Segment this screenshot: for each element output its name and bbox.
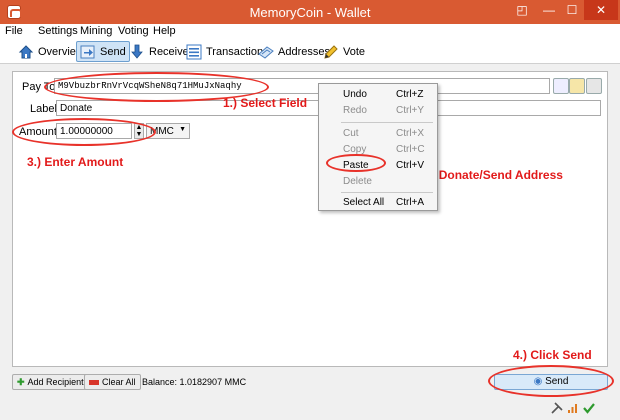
ctx-select-all-label: Select All — [343, 197, 385, 208]
maximize-button[interactable]: ☐ — [561, 0, 583, 20]
ctx-copy-shortcut: Ctrl+C — [396, 144, 425, 155]
home-icon — [18, 44, 34, 58]
step4-annotation: 4.) Click Send — [513, 348, 592, 362]
ctx-undo-shortcut: Ctrl+Z — [396, 89, 424, 100]
ctx-delete-label: Delete — [343, 176, 372, 187]
clear-all-button[interactable]: Clear All — [84, 374, 141, 390]
step1-annotation: 1.) Select Field — [223, 96, 308, 110]
tab-send-label: Send — [100, 45, 126, 58]
menu-mining[interactable]: Mining — [80, 25, 112, 37]
connection-signal-icon — [568, 404, 577, 413]
balance-text: Balance: 1.0182907 MMC — [142, 377, 247, 387]
title-bar: MemoryCoin - Wallet ◰ — ☐ ✕ — [0, 0, 620, 24]
ctx-select-all[interactable]: Select All Ctrl+A — [319, 195, 437, 211]
add-recipient-button[interactable]: ✚ Add Recipient — [12, 374, 89, 390]
tab-send[interactable]: Send — [76, 41, 130, 62]
context-menu: Undo Ctrl+Z Redo Ctrl+Y Cut Ctrl+X Copy Ctrl… — [318, 83, 438, 211]
minimize-button[interactable]: — — [538, 0, 560, 20]
ctx-select-all-shortcut: Ctrl+A — [396, 197, 425, 208]
menu-bar: File Settings Mining Voting Help — [0, 24, 620, 39]
ctx-delete[interactable]: Delete — [319, 174, 437, 190]
tab-receive[interactable]: Receive — [126, 41, 192, 62]
step2-highlight — [326, 154, 386, 172]
ctx-redo-shortcut: Ctrl+Y — [396, 105, 425, 116]
receive-arrow-icon — [131, 44, 143, 59]
menu-settings[interactable]: Settings — [38, 25, 78, 37]
tab-vote-label: Vote — [343, 45, 366, 58]
tab-vote[interactable]: Vote — [320, 41, 368, 62]
chevron-down-icon: ▼ — [179, 126, 186, 133]
ctx-separator — [341, 122, 433, 123]
ctx-cut-shortcut: Ctrl+X — [396, 128, 425, 139]
synced-check-icon — [583, 403, 595, 414]
send-arrow-icon — [80, 45, 95, 58]
step3-highlight — [12, 118, 156, 146]
add-recipient-label: Add Recipient — [27, 377, 84, 387]
addresses-book-icon — [258, 45, 274, 59]
menu-help[interactable]: Help — [153, 25, 176, 37]
pin-icon[interactable]: ◰ — [512, 0, 532, 20]
step3-annotation: 3.) Enter Amount — [27, 155, 124, 169]
ctx-undo[interactable]: Undo Ctrl+Z — [319, 87, 437, 103]
paste-icon[interactable] — [569, 78, 585, 94]
ctx-redo[interactable]: Redo Ctrl+Y — [319, 103, 437, 119]
clear-all-label: Clear All — [102, 377, 136, 387]
ctx-paste-shortcut: Ctrl+V — [396, 160, 425, 171]
mining-tools-icon — [551, 402, 563, 414]
pencil-icon — [324, 44, 338, 59]
ctx-cut-label: Cut — [343, 128, 359, 139]
address-book-icon[interactable] — [553, 78, 569, 94]
step4-highlight — [488, 365, 614, 397]
delete-icon[interactable] — [586, 78, 602, 94]
clear-icon — [89, 379, 99, 385]
ctx-separator — [341, 192, 433, 193]
ctx-undo-label: Undo — [343, 89, 367, 100]
ctx-cut[interactable]: Cut Ctrl+X — [319, 126, 437, 142]
menu-voting[interactable]: Voting — [118, 25, 149, 37]
plus-icon: ✚ — [17, 376, 25, 387]
close-button[interactable]: ✕ — [584, 0, 618, 20]
menu-file[interactable]: File — [5, 25, 23, 37]
ctx-redo-label: Redo — [343, 105, 367, 116]
transactions-list-icon — [186, 44, 202, 59]
toolbar: Overview Send Receive Transactions Addre… — [0, 39, 620, 64]
